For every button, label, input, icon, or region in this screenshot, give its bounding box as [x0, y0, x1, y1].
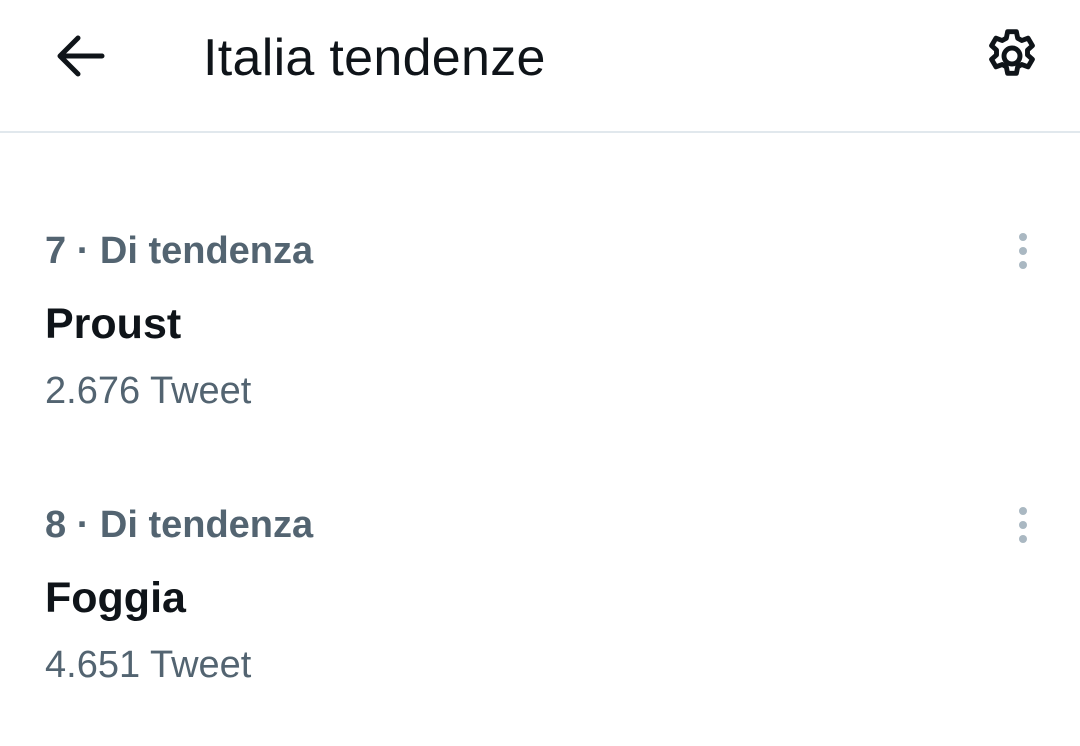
more-vertical-icon [1019, 233, 1027, 269]
trend-tweet-count: 2.676 Tweet [45, 370, 252, 412]
more-options-button[interactable] [1000, 227, 1046, 275]
trend-name: Foggia [45, 574, 186, 622]
page-title: Italia tendenze [203, 29, 546, 87]
trend-rank-label: 8 · Di tendenza [45, 504, 314, 546]
gear-icon [989, 29, 1035, 76]
trend-rank-label: 7 · Di tendenza [45, 230, 314, 272]
trend-item[interactable]: 7 · Di tendenza Proust 2.676 Tweet [0, 227, 1080, 467]
more-vertical-icon [1019, 507, 1027, 543]
more-options-button[interactable] [1000, 501, 1046, 549]
top-app-bar: Italia tendenze [0, 0, 1080, 133]
back-button[interactable] [44, 20, 116, 92]
trend-name: Proust [45, 300, 182, 348]
trend-tweet-count: 4.651 Tweet [45, 644, 252, 686]
settings-button[interactable] [974, 18, 1050, 94]
trend-item[interactable]: 8 · Di tendenza Foggia 4.651 Tweet [0, 501, 1080, 741]
arrow-left-icon [57, 35, 105, 77]
